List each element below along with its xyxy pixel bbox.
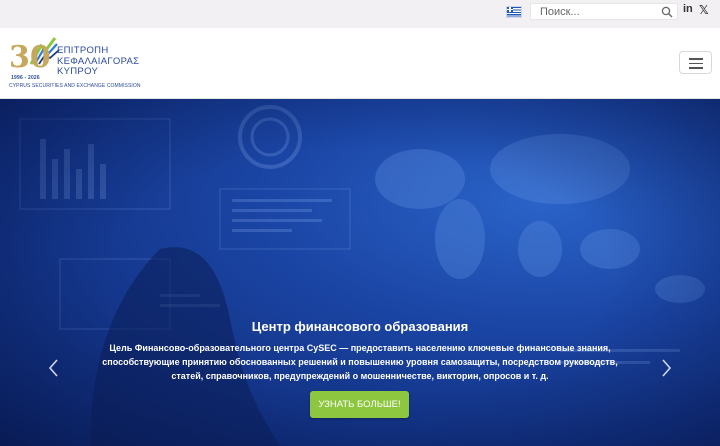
search-input[interactable] [540, 5, 658, 19]
chevron-left-icon[interactable] [46, 357, 62, 379]
hero-description: Цель Финансово-образовательного центра C… [102, 343, 618, 381]
logo-title: ΕΠΙΤΡΟΠΗ ΚΕΦΑΛΑΙΑΓΟΡΑΣ ΚΥΠΡΟΥ [57, 45, 139, 78]
x-twitter-icon[interactable]: 𝕏 [699, 3, 711, 17]
site-header: 30 1996 - 2026 ΕΠΙΤΡΟΠΗ ΚΕΦΑΛΑΙΑΓΟΡΑΣ ΚΥ… [0, 28, 720, 99]
logo-years: 1996 - 2026 [11, 75, 40, 81]
hamburger-menu-icon[interactable] [679, 51, 712, 74]
logo-title-line: ΚΥΠΡΟΥ [57, 66, 99, 77]
logo-anniversary-number: 30 [9, 40, 51, 75]
search-box [530, 3, 678, 20]
chevron-right-icon[interactable] [658, 357, 674, 379]
learn-more-button[interactable]: УЗНАТЬ БОЛЬШЕ! [310, 391, 409, 418]
linkedin-icon[interactable]: in [683, 3, 695, 17]
hero-title: Центр финансового образования [251, 319, 469, 334]
top-utility-bar: in 𝕏 [0, 0, 720, 28]
logo-title-line: ΕΠΙΤΡΟΠΗ [57, 45, 109, 56]
greek-flag-icon[interactable] [506, 6, 522, 18]
hero-carousel: Центр финансового образования Цель Финан… [0, 99, 720, 446]
cysec-logo[interactable]: 30 1996 - 2026 ΕΠΙΤΡΟΠΗ ΚΕΦΑΛΑΙΑΓΟΡΑΣ ΚΥ… [7, 35, 152, 91]
search-icon[interactable] [661, 6, 673, 18]
logo-subtitle: CYPRUS SECURITIES AND EXCHANGE COMMISSIO… [9, 83, 141, 89]
